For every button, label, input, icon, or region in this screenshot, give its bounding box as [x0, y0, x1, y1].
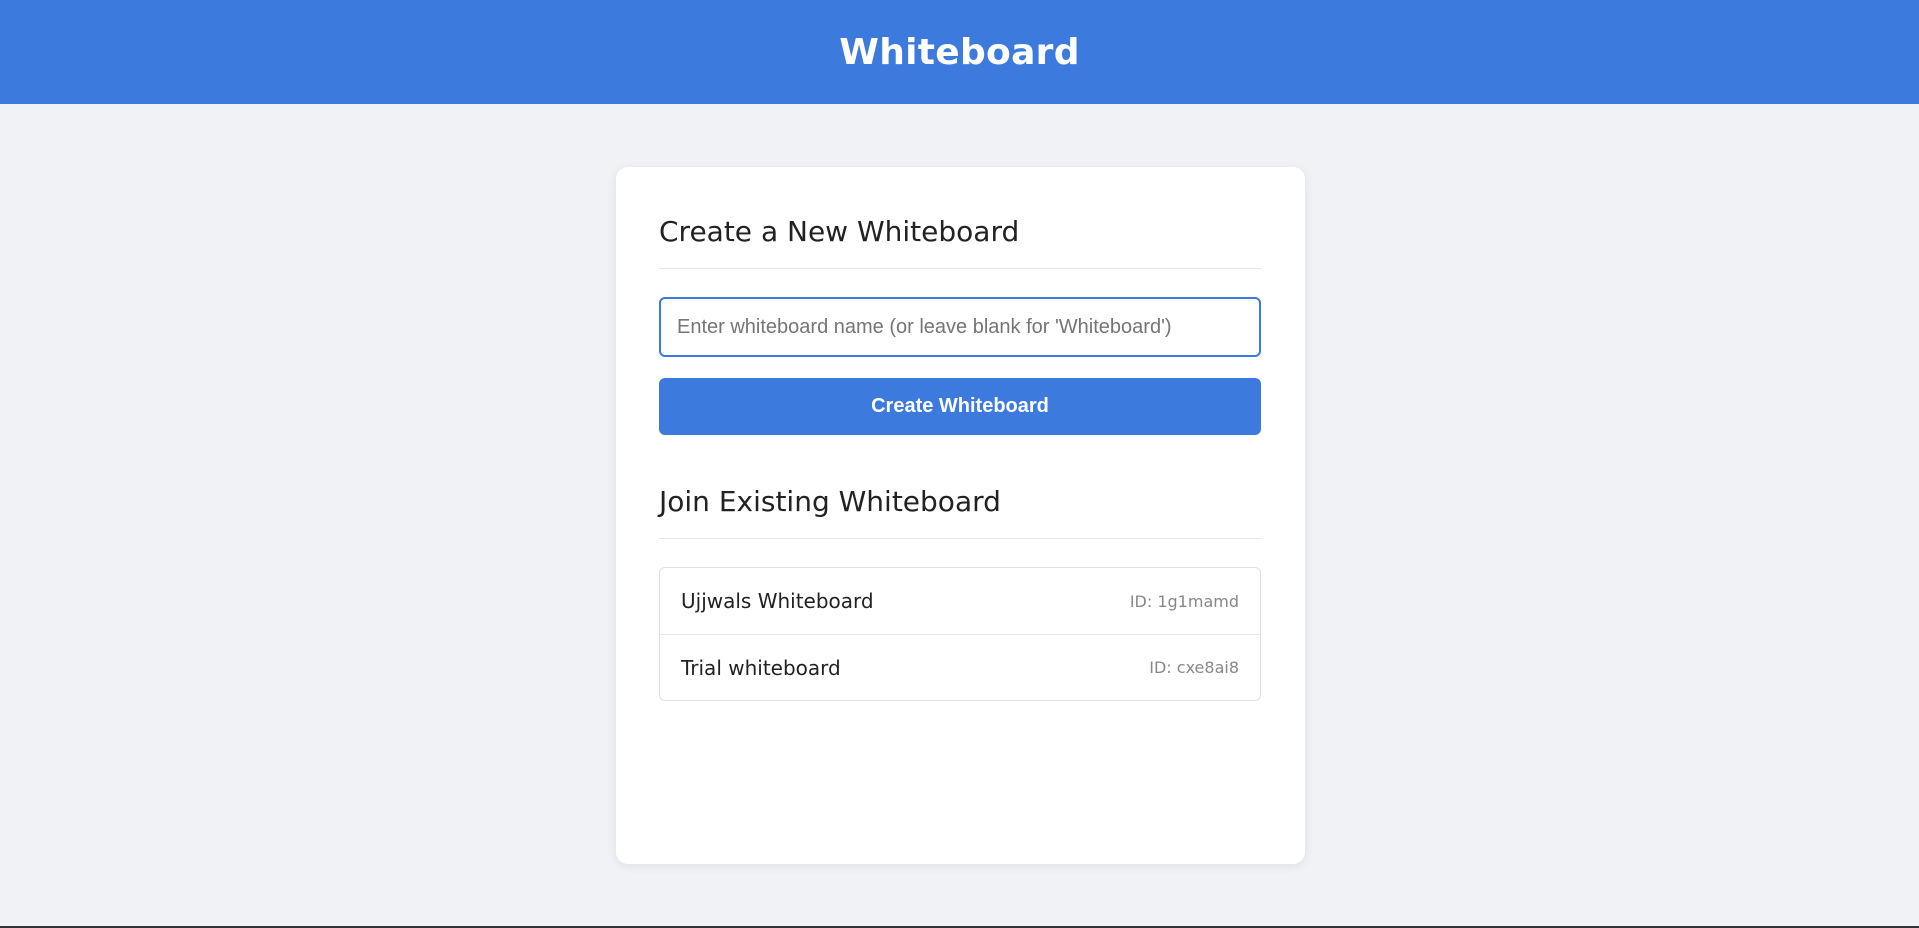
page-title: Whiteboard — [839, 31, 1080, 73]
whiteboard-list-item[interactable]: Trial whiteboard ID: cxe8ai8 — [660, 634, 1260, 700]
whiteboard-name: Ujjwals Whiteboard — [681, 589, 874, 613]
main-card: Create a New Whiteboard Create Whiteboar… — [616, 167, 1305, 864]
whiteboard-list-item[interactable]: Ujjwals Whiteboard ID: 1g1mamd — [660, 568, 1260, 634]
create-section-title: Create a New Whiteboard — [659, 215, 1262, 269]
whiteboard-name-input[interactable] — [659, 297, 1261, 357]
create-whiteboard-button[interactable]: Create Whiteboard — [659, 378, 1261, 435]
whiteboard-id: ID: 1g1mamd — [1129, 591, 1239, 611]
whiteboard-list: Ujjwals Whiteboard ID: 1g1mamd Trial whi… — [659, 567, 1261, 701]
join-section-title: Join Existing Whiteboard — [659, 485, 1262, 539]
app-header: Whiteboard — [0, 0, 1919, 104]
whiteboard-name: Trial whiteboard — [681, 655, 841, 680]
whiteboard-id: ID: cxe8ai8 — [1149, 658, 1239, 677]
